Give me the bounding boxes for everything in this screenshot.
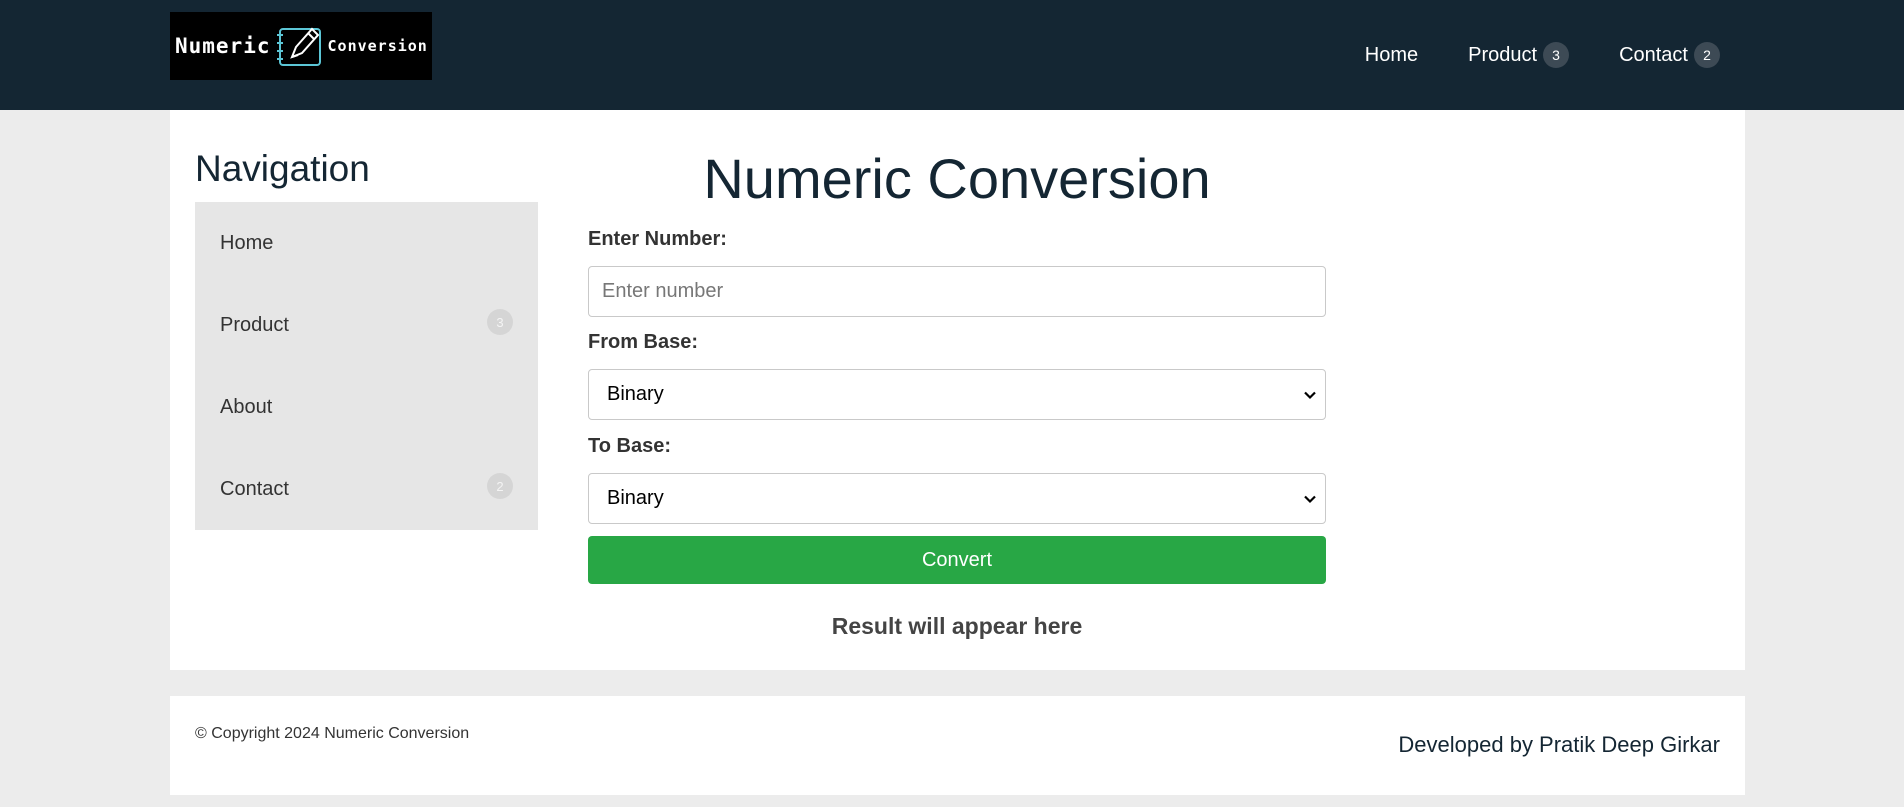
top-nav-contact-badge: 2 (1694, 42, 1720, 68)
chevron-down-icon (1304, 391, 1316, 399)
sidebar-item-about[interactable]: About (195, 387, 538, 427)
top-nav-contact-label: Contact (1619, 43, 1688, 66)
sidebar-item-home[interactable]: Home (195, 223, 538, 263)
logo-word-numeric: Numeric (175, 34, 271, 58)
footer-copyright: © Copyright 2024 Numeric Conversion (195, 725, 470, 742)
page-title: Numeric Conversion (703, 147, 1211, 210)
main-panel: Navigation Home Product 3 About Contact … (170, 110, 1745, 670)
from-base-label: From Base: (588, 331, 699, 353)
sidebar-item-about-label: About (220, 395, 273, 418)
to-base-select[interactable]: Binary (588, 473, 1326, 524)
chevron-down-icon (1304, 495, 1316, 503)
sidebar-item-home-label: Home (220, 231, 274, 254)
to-base-value: Binary (607, 487, 664, 509)
footer-developer: Developed by Pratik Deep Girkar (1398, 732, 1720, 757)
number-label: Enter Number: (588, 228, 727, 250)
sidebar-item-product-label: Product (220, 313, 289, 336)
sidebar-nav: Home Product 3 About Contact 2 (195, 202, 538, 530)
footer: © Copyright 2024 Numeric Conversion Deve… (170, 696, 1745, 795)
logo-word-conversion: Conversion (327, 37, 428, 55)
top-nav-home-label: Home (1364, 43, 1419, 66)
from-base-value: Binary (607, 383, 664, 405)
to-base-label: To Base: (588, 435, 671, 457)
result-text: Result will appear here (831, 613, 1083, 639)
pen-tablet-icon (276, 27, 321, 66)
top-nav-contact[interactable]: Contact 2 (1619, 42, 1720, 68)
from-base-select[interactable]: Binary (588, 369, 1326, 420)
top-nav-product[interactable]: Product 3 (1468, 42, 1570, 68)
sidebar-item-product-badge: 3 (487, 309, 513, 335)
number-input[interactable] (588, 266, 1326, 317)
sidebar-item-contact-badge: 2 (487, 473, 513, 499)
top-header: Numeric Conversion Home Product 3 Contac… (0, 0, 1904, 110)
sidebar-item-contact-label: Contact (220, 477, 289, 500)
top-nav-home[interactable]: Home (1365, 44, 1418, 67)
top-nav-product-label: Product (1468, 43, 1538, 66)
site-logo[interactable]: Numeric Conversion (170, 12, 432, 80)
top-nav: Home Product 3 Contact 2 (1315, 40, 1720, 70)
top-nav-product-badge: 3 (1543, 42, 1570, 68)
sidebar-item-product[interactable]: Product 3 (195, 305, 538, 345)
sidebar-item-contact[interactable]: Contact 2 (195, 469, 538, 509)
sidebar-title: Navigation (195, 148, 370, 189)
convert-button[interactable]: Convert (588, 536, 1326, 584)
